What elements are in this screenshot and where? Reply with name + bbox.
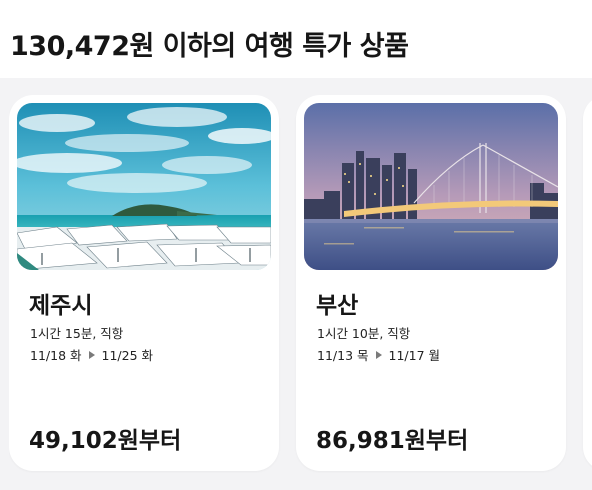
destination-image (304, 103, 558, 270)
depart-date: 11/13 목 (317, 348, 369, 363)
destination-image (17, 103, 271, 270)
arrow-right-icon (88, 350, 95, 359)
return-date: 11/25 화 (101, 348, 154, 363)
busan-bridge-skyline-photo (304, 103, 558, 270)
jeju-beach-photo (17, 103, 271, 270)
deal-card-next[interactable] (583, 95, 592, 471)
destination-name: 제주시 (29, 293, 93, 319)
depart-date: 11/18 화 (30, 348, 82, 363)
flight-info: 1시간 10분, 직항 (317, 326, 411, 341)
deals-section: 130,472원 이하의 여행 특가 상품 제주시 1시간 15분, 직항 11… (0, 0, 592, 490)
deal-card-busan[interactable]: 부산 1시간 10분, 직항 11/13 목 11/17 월 86,981원부터 (296, 95, 566, 471)
trip-dates: 11/18 화 11/25 화 (30, 345, 153, 364)
deal-card-jeju[interactable]: 제주시 1시간 15분, 직항 11/18 화 11/25 화 49,102원부… (9, 95, 279, 471)
arrow-right-icon (375, 350, 382, 359)
deal-price: 49,102원부터 (29, 428, 182, 454)
deal-price: 86,981원부터 (316, 428, 469, 454)
section-title: 130,472원 이하의 여행 특가 상품 (10, 31, 409, 62)
return-date: 11/17 월 (388, 348, 441, 363)
flight-info: 1시간 15분, 직항 (30, 326, 124, 341)
destination-name: 부산 (316, 293, 359, 319)
trip-dates: 11/13 목 11/17 월 (317, 345, 440, 364)
deal-carousel[interactable]: 제주시 1시간 15분, 직항 11/18 화 11/25 화 49,102원부… (9, 95, 592, 473)
